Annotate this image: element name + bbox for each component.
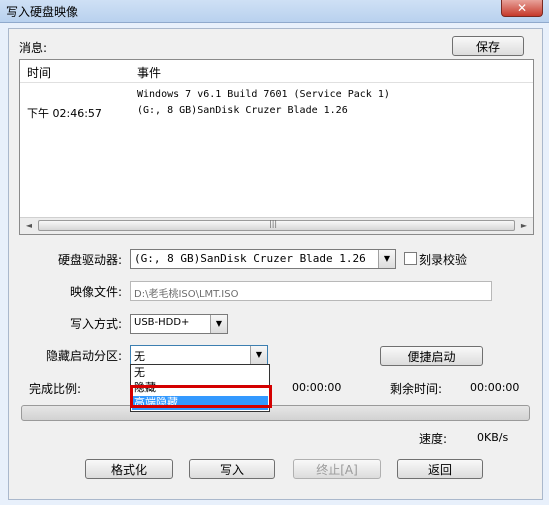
back-button[interactable]: 返回 [397, 459, 483, 479]
close-button[interactable]: ✕ [501, 0, 543, 17]
scroll-thumb[interactable]: ||| [38, 219, 515, 231]
drive-label: 硬盘驱动器: [58, 253, 123, 267]
speed-label: 速度: [419, 432, 448, 446]
scroll-right-icon[interactable]: ► [517, 220, 531, 232]
log-row-1-event: Windows 7 v6.1 Build 7601 (Service Pack … [137, 89, 390, 100]
write-button[interactable]: 写入 [189, 459, 275, 479]
remaining-label: 剩余时间: [390, 382, 443, 396]
image-file-value: D:\老毛桃ISO\LMT.ISO [134, 289, 239, 300]
drive-select[interactable]: (G:, 8 GB)SanDisk Cruzer Blade 1.26 ▼ [130, 249, 396, 269]
drive-value: (G:, 8 GB)SanDisk Cruzer Blade 1.26 [134, 252, 366, 265]
write-mode-select[interactable]: USB-HDD+ ▼ [130, 314, 228, 334]
image-file-label: 映像文件: [70, 285, 123, 299]
abort-button[interactable]: 终止[A] [293, 459, 381, 479]
hide-partition-label: 隐藏启动分区: [46, 349, 123, 363]
message-log: 时间 事件 Windows 7 v6.1 Build 7601 (Service… [19, 59, 534, 235]
chevron-down-icon: ▼ [250, 346, 267, 364]
hide-partition-value: 无 [134, 350, 145, 363]
horizontal-scrollbar[interactable]: ◄ ||| ► [20, 217, 533, 234]
column-event[interactable]: 事件 [137, 64, 161, 81]
title-bar: 写入硬盘映像 ✕ [0, 0, 549, 23]
highlight-box [130, 385, 272, 408]
messages-label: 消息: [19, 41, 48, 55]
format-button[interactable]: 格式化 [85, 459, 173, 479]
elapsed-time: 00:00:00 [292, 381, 342, 394]
write-mode-value: USB-HDD+ [134, 317, 190, 328]
quick-start-button[interactable]: 便捷启动 [380, 346, 483, 366]
remaining-time: 00:00:00 [470, 381, 520, 394]
hide-partition-select[interactable]: 无 ▼ [130, 345, 268, 365]
completion-label: 完成比例: [29, 382, 82, 396]
dialog-body: 消息: 保存 时间 事件 Windows 7 v6.1 Build 7601 (… [8, 28, 543, 500]
log-row-2-time: 下午 02:46:57 [27, 107, 102, 120]
scroll-left-icon[interactable]: ◄ [22, 220, 36, 232]
log-header: 时间 事件 [20, 60, 533, 83]
verify-checkbox[interactable] [404, 252, 417, 265]
log-row-2-event: (G:, 8 GB)SanDisk Cruzer Blade 1.26 [137, 105, 348, 116]
chevron-down-icon: ▼ [210, 315, 227, 333]
close-icon: ✕ [516, 1, 528, 15]
speed-value: 0KB/s [477, 431, 509, 444]
verify-label: 刻录校验 [419, 253, 468, 267]
progress-bar [21, 405, 530, 421]
image-file-input[interactable]: D:\老毛桃ISO\LMT.ISO [130, 281, 492, 301]
column-time[interactable]: 时间 [27, 64, 51, 81]
chevron-down-icon: ▼ [378, 250, 395, 268]
window-title: 写入硬盘映像 [6, 5, 79, 19]
save-button[interactable]: 保存 [452, 36, 524, 56]
grip-icon: ||| [269, 219, 278, 228]
option-none[interactable]: 无 [132, 366, 268, 380]
write-mode-label: 写入方式: [70, 317, 123, 331]
